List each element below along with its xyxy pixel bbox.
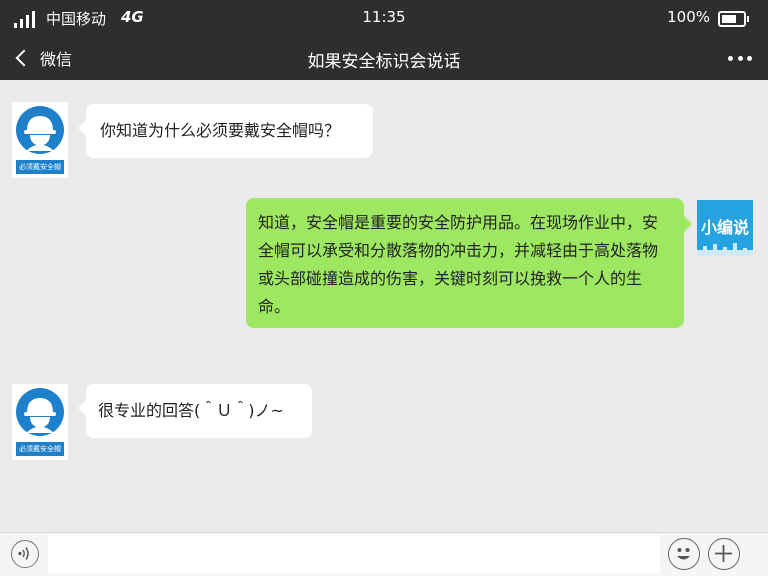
city-skyline-icon (697, 243, 753, 256)
voice-button[interactable] (11, 540, 39, 568)
message-text: 很专业的回答(＾Ｕ＾)ノ~ (98, 401, 284, 420)
avatar-safety-helmet[interactable]: 必须戴安全帽 (12, 102, 68, 178)
status-time: 11:35 (362, 8, 406, 26)
nav-bar: 微信 如果安全标识会说话 (0, 36, 768, 80)
avatar-caption: 必须戴安全帽 (16, 442, 64, 456)
input-bar (0, 532, 768, 576)
message-text: 你知道为什么必须要戴安全帽吗？ (100, 121, 341, 140)
status-bar: 中国移动 4G 11:35 100% (0, 0, 768, 36)
message-bubble[interactable]: 很专业的回答(＾Ｕ＾)ノ~ (78, 384, 312, 438)
emoji-icon (677, 548, 690, 560)
helmet-icon (16, 106, 64, 154)
avatar-label: 小编说 (700, 218, 749, 237)
avatar-safety-helmet[interactable]: 必须戴安全帽 (12, 384, 68, 460)
more-functions-button[interactable] (708, 538, 740, 570)
message-bubble[interactable]: 知道，安全帽是重要的安全防护用品。在现场作业中，安全帽可以承受和分散落物的冲击力… (246, 198, 692, 328)
message-bubble[interactable]: 你知道为什么必须要戴安全帽吗？ (78, 104, 373, 158)
emoji-button[interactable] (668, 538, 700, 570)
plus-icon (715, 545, 732, 562)
message-input[interactable] (48, 535, 660, 573)
battery-icon (718, 11, 749, 27)
avatar-caption: 必须戴安全帽 (16, 160, 64, 174)
more-options-icon[interactable] (728, 48, 752, 68)
voice-icon (18, 547, 29, 560)
avatar-editor[interactable]: 小编说 (697, 200, 753, 256)
message-text: 知道，安全帽是重要的安全防护用品。在现场作业中，安全帽可以承受和分散落物的冲击力… (258, 213, 659, 316)
battery-percent: 100% (667, 8, 710, 26)
chat-title: 如果安全标识会说话 (307, 52, 461, 72)
helmet-icon (16, 388, 64, 436)
